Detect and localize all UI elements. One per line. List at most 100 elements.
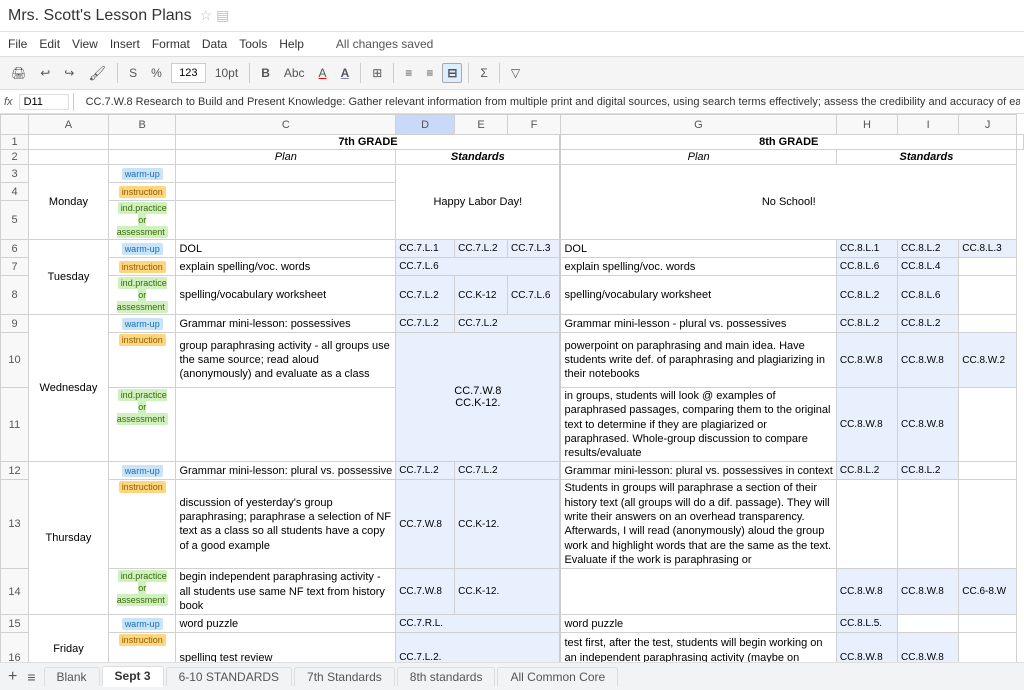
text-align-btn[interactable]: ≡ [421,63,438,83]
cell-B1[interactable] [108,135,176,150]
zoom-input[interactable] [171,63,206,83]
cell-D7[interactable]: CC.7.L.6 [396,258,561,276]
cell-E8[interactable]: CC.K-12 [455,276,508,315]
row-16[interactable]: 16 [1,633,29,662]
row-10[interactable]: 10 [1,333,29,388]
cell-G8[interactable]: spelling/vocabulary worksheet [560,276,836,315]
row-12[interactable]: 12 [1,462,29,480]
add-sheet-btn[interactable]: + [4,668,21,686]
col-J[interactable]: J [959,115,1017,135]
row-13[interactable]: 13 [1,480,29,569]
undo-btn[interactable]: ↩ [35,63,55,83]
cell-D9[interactable]: CC.7.L.2 [396,315,455,333]
cell-C4[interactable] [176,183,396,201]
cell-A2[interactable] [29,150,109,165]
cell-I10[interactable]: CC.8.W.8 [898,333,959,388]
col-F[interactable]: F [507,115,560,135]
row-11[interactable]: 11 [1,388,29,462]
text-wrap-btn[interactable]: ⊟ [442,63,462,83]
cell-J10[interactable]: CC.8.W.2 [959,333,1017,388]
tab-all-common-core[interactable]: All Common Core [497,667,618,686]
cell-D12[interactable]: CC.7.L.2 [396,462,455,480]
highlight-btn[interactable]: A̲ [336,63,355,83]
cell-D6[interactable]: CC.7.L.1 [396,240,455,258]
cell-B10[interactable]: instruction [108,333,176,388]
row-6[interactable]: 6 [1,240,29,258]
cell-B7[interactable]: instruction [108,258,176,276]
cell-B2[interactable] [108,150,176,165]
cell-H9[interactable]: CC.8.L.2 [836,315,897,333]
font-color-btn[interactable]: A [314,63,332,83]
cell-J11[interactable] [959,388,1017,462]
cell-C16[interactable]: spelling test review [176,633,396,662]
tab-7th-standards[interactable]: 7th Standards [294,667,395,686]
cell-J14[interactable]: CC.6-8.W [959,569,1017,615]
sum-btn[interactable]: Σ [475,63,492,83]
cell-A1[interactable] [29,135,109,150]
cell-G2[interactable]: Plan [560,150,836,165]
cell-J8[interactable] [959,276,1017,315]
cell-C7[interactable]: explain spelling/voc. words [176,258,396,276]
cell-I13[interactable] [898,480,959,569]
cell-G16[interactable]: test first, after the test, students wil… [560,633,836,662]
cell-B14[interactable]: ind.practiceorassessment [108,569,176,615]
redo-btn[interactable]: ↪ [59,63,79,83]
cell-D8[interactable]: CC.7.L.2 [396,276,455,315]
col-E[interactable]: E [455,115,508,135]
cell-I9[interactable]: CC.8.L.2 [898,315,959,333]
bold-btn[interactable]: B [256,63,275,83]
cell-J1[interactable] [1017,135,1024,150]
menu-view[interactable]: View [72,37,98,51]
menu-data[interactable]: Data [202,37,227,51]
cell-B13[interactable]: instruction [108,480,176,569]
row-7[interactable]: 7 [1,258,29,276]
paint-format-btn[interactable]: 🖌 [83,62,111,85]
cell-C6[interactable]: DOL [176,240,396,258]
col-B[interactable]: B [108,115,176,135]
cell-B9[interactable]: warm-up [108,315,176,333]
cell-H7[interactable]: CC.8.L.6 [836,258,897,276]
cell-E13[interactable]: CC.K-12. [455,480,561,569]
cell-G6[interactable]: DOL [560,240,836,258]
sheet-menu-btn[interactable]: ≡ [27,669,35,685]
cell-C8[interactable]: spelling/vocabulary worksheet [176,276,396,315]
cell-H11[interactable]: CC.8.W.8 [836,388,897,462]
print-btn[interactable]: 🖨 [6,63,31,83]
col-H[interactable]: H [836,115,897,135]
cell-C3[interactable] [176,165,396,183]
tab-sept3[interactable]: Sept 3 [102,666,164,687]
cell-D10[interactable]: CC.7.W.8CC.K-12. [396,333,561,462]
cell-E12[interactable]: CC.7.L.2 [455,462,561,480]
cell-B5[interactable]: ind.practiceorassessment [108,201,176,240]
cell-H12[interactable]: CC.8.L.2 [836,462,897,480]
cell-B4[interactable]: instruction [108,183,176,201]
cell-B8[interactable]: ind.practiceorassessment [108,276,176,315]
row-3[interactable]: 3 [1,165,29,183]
cell-J12[interactable] [959,462,1017,480]
cell-F6[interactable]: CC.7.L.3 [507,240,560,258]
cell-C12[interactable]: Grammar mini-lesson: plural vs. possessi… [176,462,396,480]
row-8[interactable]: 8 [1,276,29,315]
menu-format[interactable]: Format [152,37,190,51]
star-icon[interactable]: ☆ [200,7,213,24]
cell-C10[interactable]: group paraphrasing activity - all groups… [176,333,396,388]
cell-G14[interactable] [560,569,836,615]
menu-tools[interactable]: Tools [239,37,267,51]
cell-I11[interactable]: CC.8.W.8 [898,388,959,462]
cell-H15[interactable]: CC.8.L.5. [836,615,897,633]
cell-B3[interactable]: warm-up [108,165,176,183]
row-1[interactable]: 1 [1,135,29,150]
align-btn[interactable]: ≡ [400,63,417,83]
borders-btn[interactable]: ⊞ [367,63,387,83]
cell-D14[interactable]: CC.7.W.8 [396,569,455,615]
cell-reference[interactable] [19,94,69,110]
cell-H13[interactable] [836,480,897,569]
cell-C5[interactable] [176,201,396,240]
cell-C1[interactable]: 7th GRADE [176,135,561,150]
row-4[interactable]: 4 [1,183,29,201]
cell-C9[interactable]: Grammar mini-lesson: possessives [176,315,396,333]
cell-H2[interactable]: Standards [836,150,1016,165]
cell-G9[interactable]: Grammar mini-lesson - plural vs. possess… [560,315,836,333]
cell-B16[interactable]: instruction [108,633,176,662]
tab-blank[interactable]: Blank [44,667,100,686]
